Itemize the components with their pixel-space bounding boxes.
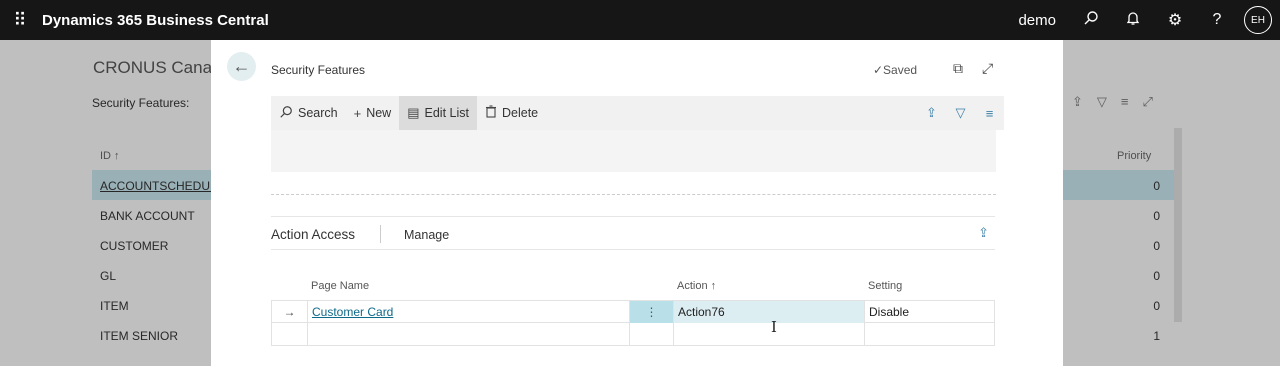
column-header-setting[interactable]: Setting [868, 280, 902, 292]
open-new-window-icon[interactable]: ⧉ [953, 60, 963, 77]
manage-menu[interactable]: Manage [404, 228, 449, 242]
company-name[interactable]: demo [1018, 12, 1056, 29]
page-name-cell[interactable]: Customer Card [308, 301, 630, 323]
action-access-grid: → Customer Card ⋮ Action76 Disable [271, 300, 995, 346]
help-icon[interactable]: ? [1196, 11, 1238, 29]
share-icon[interactable]: ⇪ [917, 105, 946, 121]
expand-icon[interactable]: ⤢ [982, 60, 993, 77]
edit-list-button[interactable]: ▤ Edit List [399, 96, 477, 130]
setting-cell[interactable]: Disable [865, 301, 996, 323]
trash-icon [485, 105, 497, 121]
action-cell[interactable]: Action76 [674, 301, 865, 323]
column-header-page-name[interactable]: Page Name [311, 280, 369, 292]
empty-cell [630, 323, 674, 345]
search-label: Search [298, 106, 338, 120]
empty-cell [272, 323, 308, 345]
top-bar-actions: demo ⚙ ? EH [1018, 6, 1280, 34]
empty-list-area [271, 130, 996, 172]
edit-list-label: Edit List [424, 106, 469, 120]
setting-cell[interactable] [865, 323, 996, 345]
plus-icon: + [353, 105, 362, 121]
back-button[interactable]: ← [227, 52, 256, 81]
part-title[interactable]: Action Access [271, 227, 355, 242]
page-name-cell[interactable] [308, 323, 630, 345]
row-arrow-icon: → [272, 301, 308, 323]
top-bar: ⠿ Dynamics 365 Business Central demo ⚙ ?… [0, 0, 1280, 40]
separator [380, 225, 381, 243]
page-name-link[interactable]: Customer Card [312, 305, 393, 319]
search-icon [279, 105, 293, 122]
filter-icon[interactable]: ▽ [946, 105, 975, 121]
dialog-title: Security Features [271, 63, 366, 77]
security-features-dialog: Security Features ✓Saved ⧉ ⤢ Search + Ne… [211, 40, 1063, 366]
new-button[interactable]: + New [346, 96, 400, 130]
search-button[interactable]: Search [271, 96, 346, 130]
search-icon[interactable] [1070, 10, 1112, 31]
waffle-icon[interactable]: ⠿ [6, 10, 34, 31]
row-menu-icon[interactable]: ⋮ [630, 301, 674, 323]
delete-button[interactable]: Delete [477, 96, 546, 130]
table-row[interactable]: → Customer Card ⋮ Action76 Disable [271, 300, 995, 323]
delete-label: Delete [501, 106, 539, 120]
app-title[interactable]: Dynamics 365 Business Central [42, 12, 269, 29]
gear-icon[interactable]: ⚙ [1154, 10, 1196, 30]
share-icon[interactable]: ⇪ [978, 225, 989, 241]
saved-status: ✓Saved [873, 63, 918, 77]
column-header-action[interactable]: Action ↑ [677, 280, 716, 292]
back-arrow-icon: ← [232, 56, 251, 76]
avatar[interactable]: EH [1244, 6, 1272, 34]
action-cell[interactable] [674, 323, 865, 345]
action-access-part-header: Action Access Manage ⇪ [271, 216, 995, 250]
bell-icon[interactable] [1112, 10, 1154, 31]
text-cursor-icon: I [771, 318, 777, 336]
table-row-empty[interactable] [271, 323, 995, 346]
divider [271, 194, 996, 195]
action-bar: Search + New ▤ Edit List Delete ⇪ ▽ ≡ [271, 96, 1004, 130]
new-label: New [366, 106, 392, 120]
edit-list-icon: ▤ [407, 105, 420, 120]
list-icon[interactable]: ≡ [975, 106, 1004, 121]
